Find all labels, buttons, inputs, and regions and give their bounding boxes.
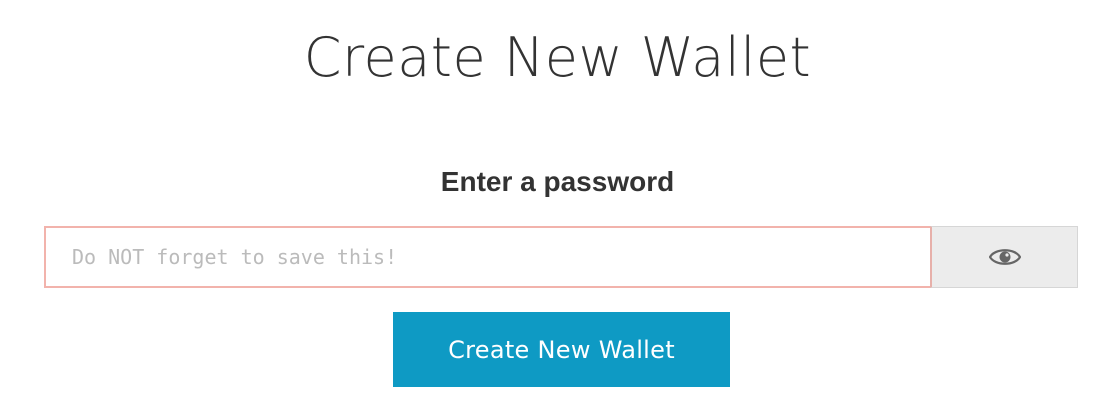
password-prompt-label: Enter a password — [440, 166, 675, 197]
show-password-button[interactable] — [930, 226, 1078, 288]
create-wallet-button[interactable]: Create New Wallet — [393, 312, 730, 387]
password-input-group — [44, 226, 1078, 288]
page-title: Create New Wallet — [303, 26, 812, 89]
password-input[interactable] — [44, 226, 930, 288]
eye-icon — [988, 249, 1021, 265]
create-wallet-page: Create New Wallet Enter a password Creat… — [0, 0, 1115, 419]
